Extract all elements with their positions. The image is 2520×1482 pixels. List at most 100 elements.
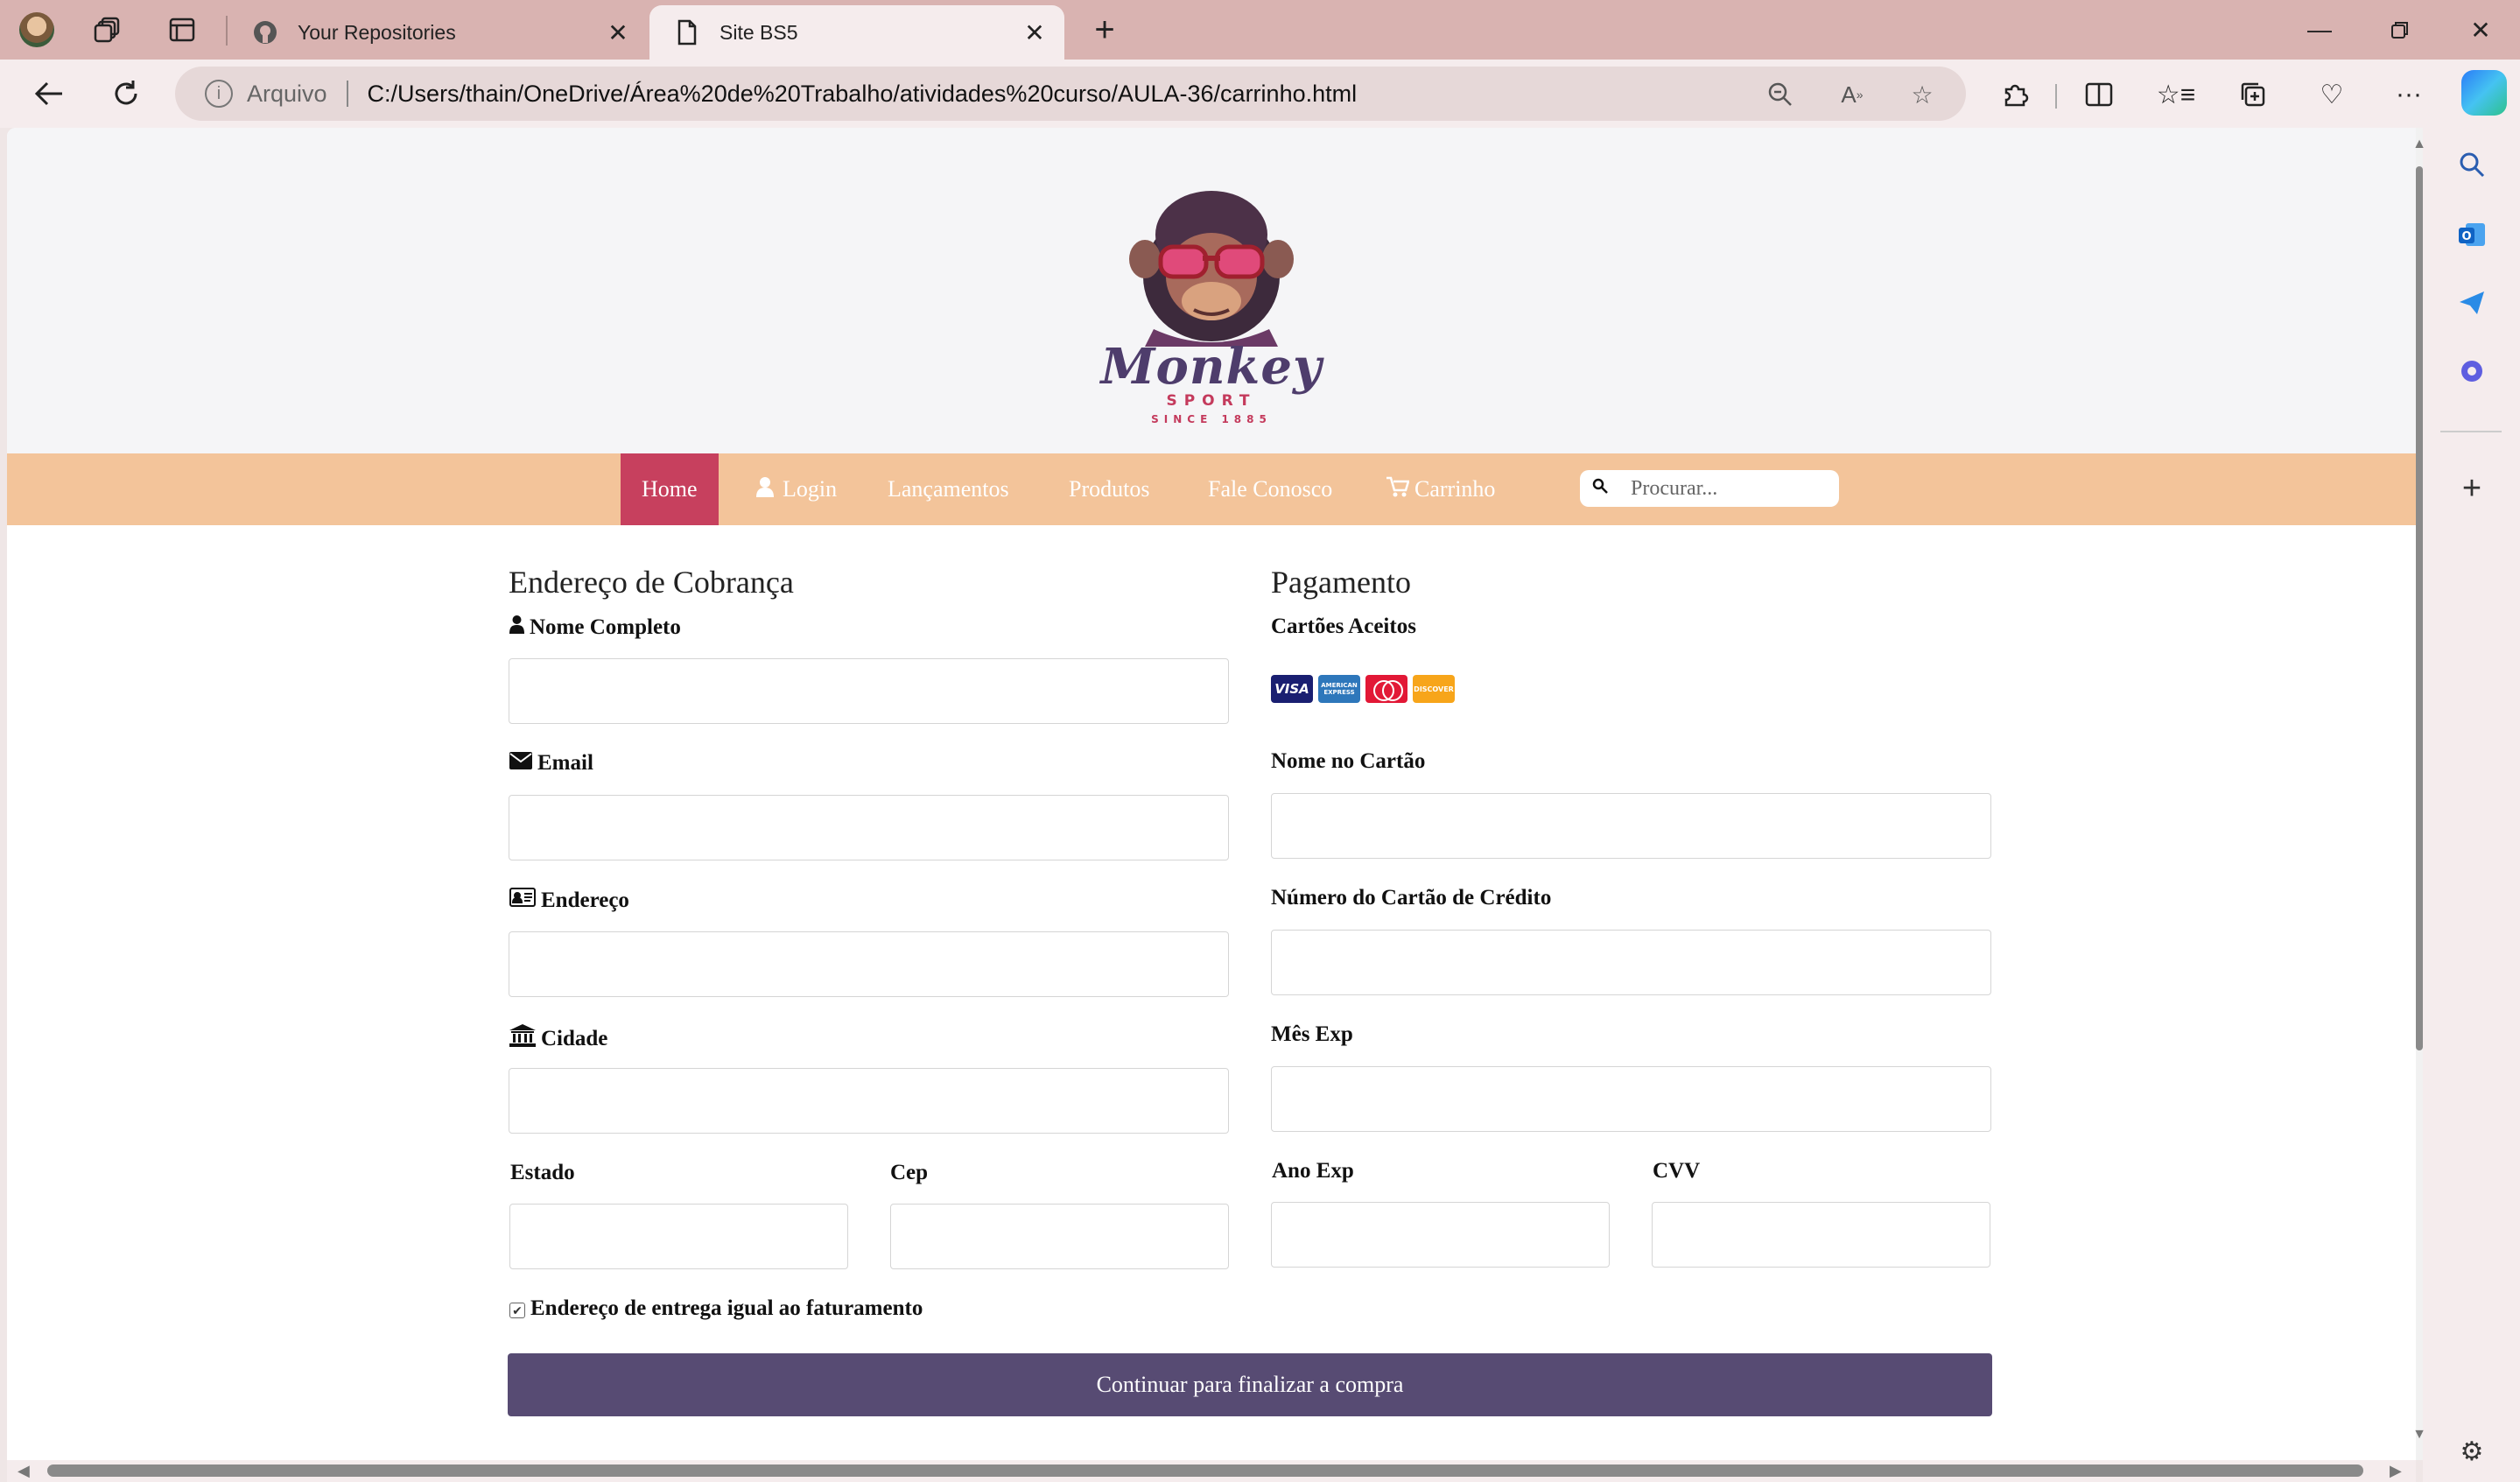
user-icon <box>756 476 774 502</box>
search-icon <box>1592 478 1615 499</box>
nav-fale-conosco[interactable]: Fale Conosco <box>1208 453 1332 525</box>
email-field[interactable] <box>509 795 1229 860</box>
cep-label: Cep <box>890 1161 929 1184</box>
cards-label: Cartões Aceitos <box>1271 615 1416 638</box>
user-icon <box>509 615 524 640</box>
close-tab-icon[interactable]: ✕ <box>600 15 635 50</box>
split-screen-icon[interactable] <box>2080 75 2118 114</box>
ano-exp-label: Ano Exp <box>1272 1159 1354 1183</box>
settings-icon[interactable]: ⚙ <box>2453 1432 2491 1471</box>
nav-produtos[interactable]: Produtos <box>1069 453 1149 525</box>
site-logo[interactable]: Monkey SPORT SINCE 1885 <box>1092 172 1330 434</box>
cidade-label-text: Cidade <box>541 1026 608 1050</box>
same-address-checkbox[interactable]: ✔ <box>509 1303 525 1318</box>
close-window-icon[interactable]: ✕ <box>2454 11 2507 49</box>
nome-label-text: Nome Completo <box>530 615 681 639</box>
tab-title: Your Repositories <box>298 20 456 44</box>
envelope-icon <box>509 751 532 776</box>
workspaces-icon[interactable] <box>91 12 126 47</box>
mes-exp-field[interactable] <box>1271 1066 1991 1132</box>
search-input[interactable]: Procurar... <box>1580 470 1839 507</box>
address-card-icon <box>509 888 536 913</box>
github-icon <box>252 19 278 46</box>
address-divider <box>346 81 348 107</box>
nav-login[interactable]: Login <box>756 453 837 525</box>
nav-home[interactable]: Home <box>621 453 719 525</box>
browser-essentials-icon[interactable]: ♡ <box>2313 75 2351 114</box>
site-header: Monkey SPORT SINCE 1885 <box>7 128 2416 453</box>
info-icon[interactable]: i <box>205 80 233 108</box>
nome-cartao-field[interactable] <box>1271 793 1991 859</box>
nav-login-label: Login <box>783 476 838 502</box>
url-text[interactable]: C:/Users/thain/OneDrive/Área%20de%20Trab… <box>368 81 1358 108</box>
scroll-up-icon[interactable]: ▲ <box>2411 137 2428 152</box>
zoom-out-icon[interactable] <box>1765 79 1796 110</box>
payment-title: Pagamento <box>1271 565 1411 600</box>
cep-field[interactable] <box>890 1204 1229 1269</box>
numero-cartao-field[interactable] <box>1271 930 1991 995</box>
nav-lancamentos[interactable]: Lançamentos <box>888 453 1009 525</box>
billing-title: Endereço de Cobrança <box>509 565 794 600</box>
mastercard-card-icon <box>1365 675 1407 703</box>
address-toolbar: i Arquivo C:/Users/thain/OneDrive/Área%2… <box>0 60 2520 128</box>
accepted-cards: VISA AMERICAN EXPRESS DISCOVER <box>1271 675 1455 703</box>
tab-bar: Your Repositories ✕ Site BS5 ✕ + — ✕ <box>0 0 2520 60</box>
more-options-icon[interactable]: ··· <box>2390 75 2428 114</box>
estado-field[interactable] <box>509 1204 848 1269</box>
amex-card-icon: AMERICAN EXPRESS <box>1318 675 1360 703</box>
sidebar-divider <box>2440 431 2502 432</box>
cidade-label: Cidade <box>509 1024 607 1053</box>
profile-avatar[interactable] <box>19 12 54 47</box>
scroll-left-icon[interactable]: ◀ <box>18 1462 30 1480</box>
collections-icon[interactable] <box>2234 75 2272 114</box>
extensions-icon[interactable] <box>1996 75 2034 114</box>
scroll-down-icon[interactable]: ▼ <box>2411 1427 2428 1443</box>
favorites-icon[interactable]: ☆≡ <box>2157 75 2195 114</box>
restore-icon[interactable] <box>2374 11 2426 49</box>
cvv-label: CVV <box>1653 1159 1701 1183</box>
page-viewport: Monkey SPORT SINCE 1885 Home Login Lança… <box>7 128 2416 1460</box>
back-icon[interactable] <box>28 74 70 114</box>
nav-carrinho[interactable]: Carrinho <box>1386 453 1495 525</box>
tab-actions-icon[interactable] <box>165 12 200 47</box>
scroll-right-icon[interactable]: ▶ <box>2390 1462 2402 1480</box>
numero-cartao-label: Número do Cartão de Crédito <box>1271 886 1552 910</box>
horizontal-scrollbar[interactable]: ◀ ▶ <box>7 1460 2416 1482</box>
vertical-scrollbar[interactable]: ▲ ▼ <box>2412 128 2426 1460</box>
tab-your-repositories[interactable]: Your Repositories ✕ <box>228 5 648 60</box>
nome-cartao-label: Nome no Cartão <box>1271 749 1426 773</box>
continue-checkout-button[interactable]: Continuar para finalizar a compra <box>508 1353 1992 1416</box>
new-tab-icon[interactable]: + <box>1085 12 1124 47</box>
endereco-field[interactable] <box>509 931 1229 997</box>
send-icon[interactable] <box>2453 284 2491 322</box>
logo-name: Monkey <box>1100 338 1323 396</box>
nome-field[interactable] <box>509 658 1229 724</box>
copilot-icon[interactable] <box>2461 70 2507 116</box>
address-bar[interactable]: i Arquivo C:/Users/thain/OneDrive/Área%2… <box>175 67 1966 121</box>
search-icon[interactable] <box>2453 145 2491 184</box>
cvv-field[interactable] <box>1652 1202 1990 1268</box>
tab-site-bs5[interactable]: Site BS5 ✕ <box>649 5 1064 60</box>
toolbar-divider <box>2055 84 2057 109</box>
horizontal-scroll-thumb[interactable] <box>47 1464 2363 1477</box>
mes-exp-label: Mês Exp <box>1271 1022 1353 1046</box>
reload-icon[interactable] <box>105 74 147 114</box>
ano-exp-field[interactable] <box>1271 1202 1610 1268</box>
outlook-icon[interactable]: O <box>2453 215 2491 254</box>
add-icon[interactable]: + <box>2453 469 2491 508</box>
vertical-scroll-thumb[interactable] <box>2416 166 2423 1050</box>
page-icon <box>674 19 700 46</box>
m365-icon[interactable] <box>2453 352 2491 390</box>
nav-carrinho-label: Carrinho <box>1414 476 1496 502</box>
edge-sidebar: O + ⚙ <box>2423 128 2520 1482</box>
read-aloud-icon[interactable]: A» <box>1836 79 1868 110</box>
favorite-star-icon[interactable]: ☆ <box>1906 79 1938 110</box>
monkey-logo-icon <box>1129 191 1294 347</box>
estado-label: Estado <box>510 1161 575 1184</box>
close-tab-icon[interactable]: ✕ <box>1017 15 1052 50</box>
svg-text:O: O <box>2461 230 2471 243</box>
same-address-label[interactable]: Endereço de entrega igual ao faturamento <box>530 1296 923 1321</box>
minimize-icon[interactable]: — <box>2293 11 2346 49</box>
security-label: Arquivo <box>247 80 327 107</box>
cidade-field[interactable] <box>509 1068 1229 1134</box>
